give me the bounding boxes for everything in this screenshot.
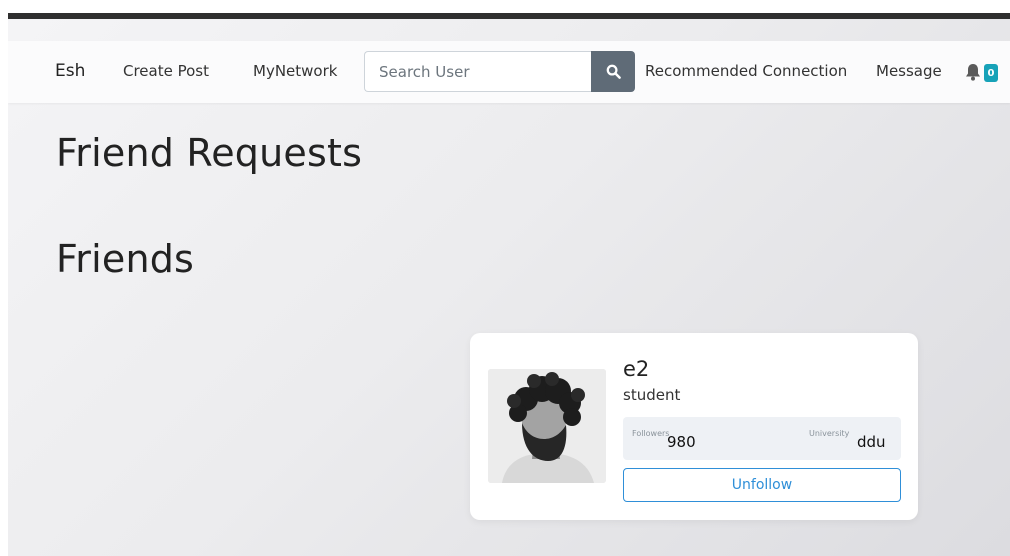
nav-recommended-connection[interactable]: Recommended Connection xyxy=(645,62,847,80)
unfollow-button[interactable]: Unfollow xyxy=(623,468,901,502)
navbar: Esh Create Post MyNetwork Recommended Co… xyxy=(8,41,1010,103)
friend-name: e2 xyxy=(623,357,650,381)
page-content: Esh Create Post MyNetwork Recommended Co… xyxy=(8,19,1010,556)
search-button[interactable] xyxy=(591,51,635,92)
friend-stats: Followers 980 University ddu xyxy=(623,417,901,460)
friends-heading: Friends xyxy=(56,237,195,281)
bell-icon[interactable] xyxy=(964,62,982,82)
notification-badge: 0 xyxy=(984,64,998,82)
followers-count: 980 xyxy=(667,433,696,451)
followers-label: Followers xyxy=(632,429,670,438)
friend-card: e2 student Followers 980 University ddu … xyxy=(470,333,918,520)
avatar xyxy=(488,369,606,483)
nav-message[interactable]: Message xyxy=(876,62,942,80)
user-photo-icon xyxy=(488,369,606,483)
brand-link[interactable]: Esh xyxy=(55,61,85,81)
nav-create-post[interactable]: Create Post xyxy=(123,62,209,80)
search-icon xyxy=(606,64,621,79)
nav-my-network[interactable]: MyNetwork xyxy=(253,62,337,80)
university-label: University xyxy=(809,429,850,438)
friend-requests-heading: Friend Requests xyxy=(56,131,363,175)
friend-role: student xyxy=(623,386,681,404)
university-value: ddu xyxy=(857,433,886,451)
search-input[interactable] xyxy=(364,51,592,92)
